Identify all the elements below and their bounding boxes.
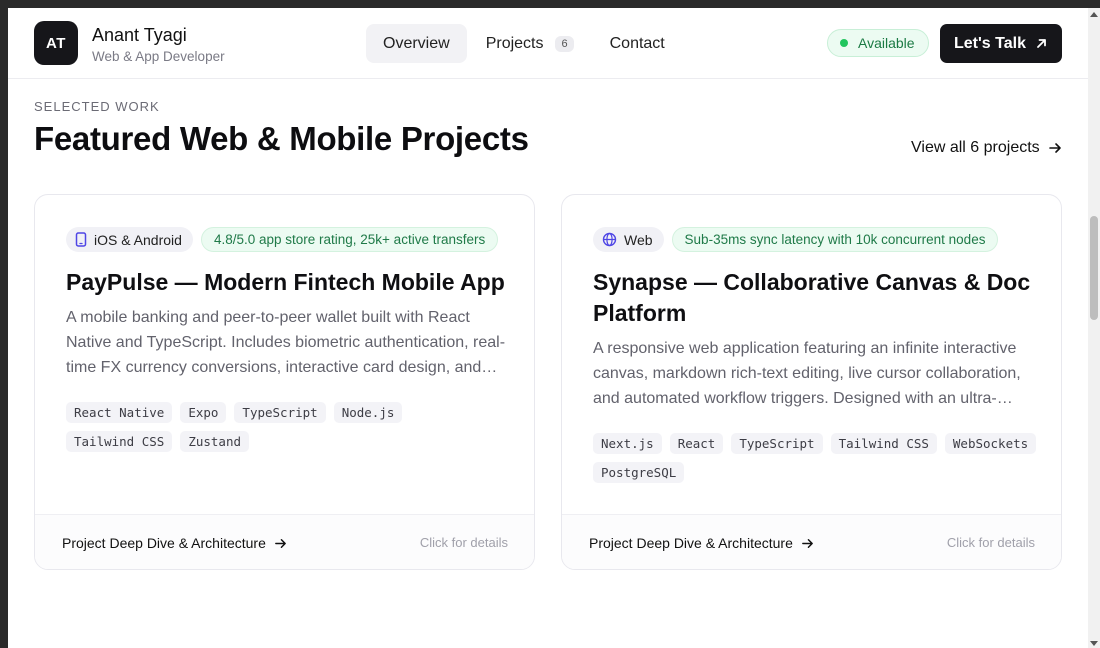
avatar[interactable]: AT: [34, 21, 78, 65]
nav-label: Contact: [609, 34, 665, 52]
tech-chip: TypeScript: [234, 402, 326, 423]
project-title: PayPulse — Modern Fintech Mobile App: [66, 269, 505, 295]
section-eyebrow: SELECTED WORK: [34, 99, 160, 114]
card-meta-tags: iOS & Android 4.8/5.0 app store rating, …: [66, 227, 499, 252]
project-description: A mobile banking and peer-to-peer wallet…: [66, 309, 506, 376]
browser-viewport: AT Anant Tyagi Web & App Developer Overv…: [8, 8, 1088, 648]
tech-chip: WebSockets: [944, 433, 1037, 454]
tech-chip: Next.js: [593, 433, 662, 454]
tech-chip: TypeScript: [731, 433, 823, 454]
project-card-paypulse[interactable]: iOS & Android 4.8/5.0 app store rating, …: [34, 194, 535, 570]
window-top-frame: [0, 0, 1092, 8]
brand-name: Anant Tyagi: [92, 25, 187, 45]
availability-badge: Available: [827, 29, 929, 57]
deep-dive-label: Project Deep Dive & Architecture: [62, 535, 266, 551]
nav-label: Projects: [485, 34, 544, 52]
tech-chip: Tailwind CSS: [66, 431, 173, 452]
cta-label: Let's Talk: [954, 34, 1026, 52]
platform-label: Web: [624, 231, 653, 248]
globe-icon: [602, 232, 617, 247]
page-scrollbar[interactable]: [1088, 8, 1100, 648]
click-hint: Click for details: [946, 535, 1035, 550]
platform-chip: Web: [593, 227, 664, 252]
projects-count-badge: 6: [555, 35, 574, 52]
lets-talk-button[interactable]: Let's Talk: [940, 24, 1062, 63]
brand-role: Web & App Developer: [92, 49, 225, 64]
main-nav: Overview Projects 6 Contact: [366, 24, 682, 63]
card-footer: Project Deep Dive & Architecture Click f…: [562, 514, 1061, 569]
scroll-up-icon[interactable]: [1090, 12, 1098, 17]
tech-stack-list: React Native Expo TypeScript Node.js Tai…: [66, 402, 511, 452]
phone-icon: [75, 232, 87, 247]
project-description: A responsive web application featuring a…: [593, 340, 1021, 407]
nav-projects[interactable]: Projects 6: [469, 24, 591, 63]
arrow-right-icon: [1048, 141, 1062, 155]
arrow-right-icon: [801, 537, 814, 550]
site-header: AT Anant Tyagi Web & App Developer Overv…: [8, 8, 1088, 79]
project-deep-dive-link[interactable]: Project Deep Dive & Architecture: [589, 535, 814, 551]
metric-chip: Sub-35ms sync latency with 10k concurren…: [671, 227, 999, 252]
view-all-label: View all 6 projects: [911, 139, 1040, 156]
nav-overview[interactable]: Overview: [366, 24, 467, 63]
section-title: Featured Web & Mobile Projects: [34, 120, 529, 157]
nav-contact[interactable]: Contact: [593, 24, 682, 63]
view-all-projects-link[interactable]: View all 6 projects: [911, 139, 1062, 157]
deep-dive-label: Project Deep Dive & Architecture: [589, 535, 793, 551]
tech-chip: React Native: [66, 402, 173, 423]
click-hint: Click for details: [419, 535, 508, 550]
project-title: Synapse — Collaborative Canvas & Doc Pla…: [593, 269, 1031, 326]
project-deep-dive-link[interactable]: Project Deep Dive & Architecture: [62, 535, 287, 551]
nav-label: Overview: [383, 34, 450, 52]
metric-chip: 4.8/5.0 app store rating, 25k+ active tr…: [200, 227, 499, 252]
status-dot-icon: [840, 39, 848, 47]
card-meta-tags: Web Sub-35ms sync latency with 10k concu…: [593, 227, 999, 252]
tech-chip: PostgreSQL: [593, 462, 685, 483]
tech-chip: Zustand: [180, 431, 249, 452]
project-card-synapse[interactable]: Web Sub-35ms sync latency with 10k concu…: [561, 194, 1062, 570]
tech-chip: Expo: [180, 402, 227, 423]
tech-chip: React: [669, 433, 724, 454]
scrollbar-thumb[interactable]: [1090, 216, 1098, 320]
availability-label: Available: [858, 35, 915, 51]
tech-chip: Node.js: [333, 402, 403, 423]
arrow-right-icon: [274, 537, 287, 550]
platform-chip: iOS & Android: [66, 227, 193, 252]
card-footer: Project Deep Dive & Architecture Click f…: [35, 514, 534, 569]
arrow-up-right-icon: [1035, 37, 1048, 50]
platform-label: iOS & Android: [94, 231, 182, 248]
tech-chip: Tailwind CSS: [830, 433, 937, 454]
tech-stack-list: Next.js React TypeScript Tailwind CSS We…: [593, 433, 1038, 483]
scroll-down-icon[interactable]: [1090, 641, 1098, 646]
